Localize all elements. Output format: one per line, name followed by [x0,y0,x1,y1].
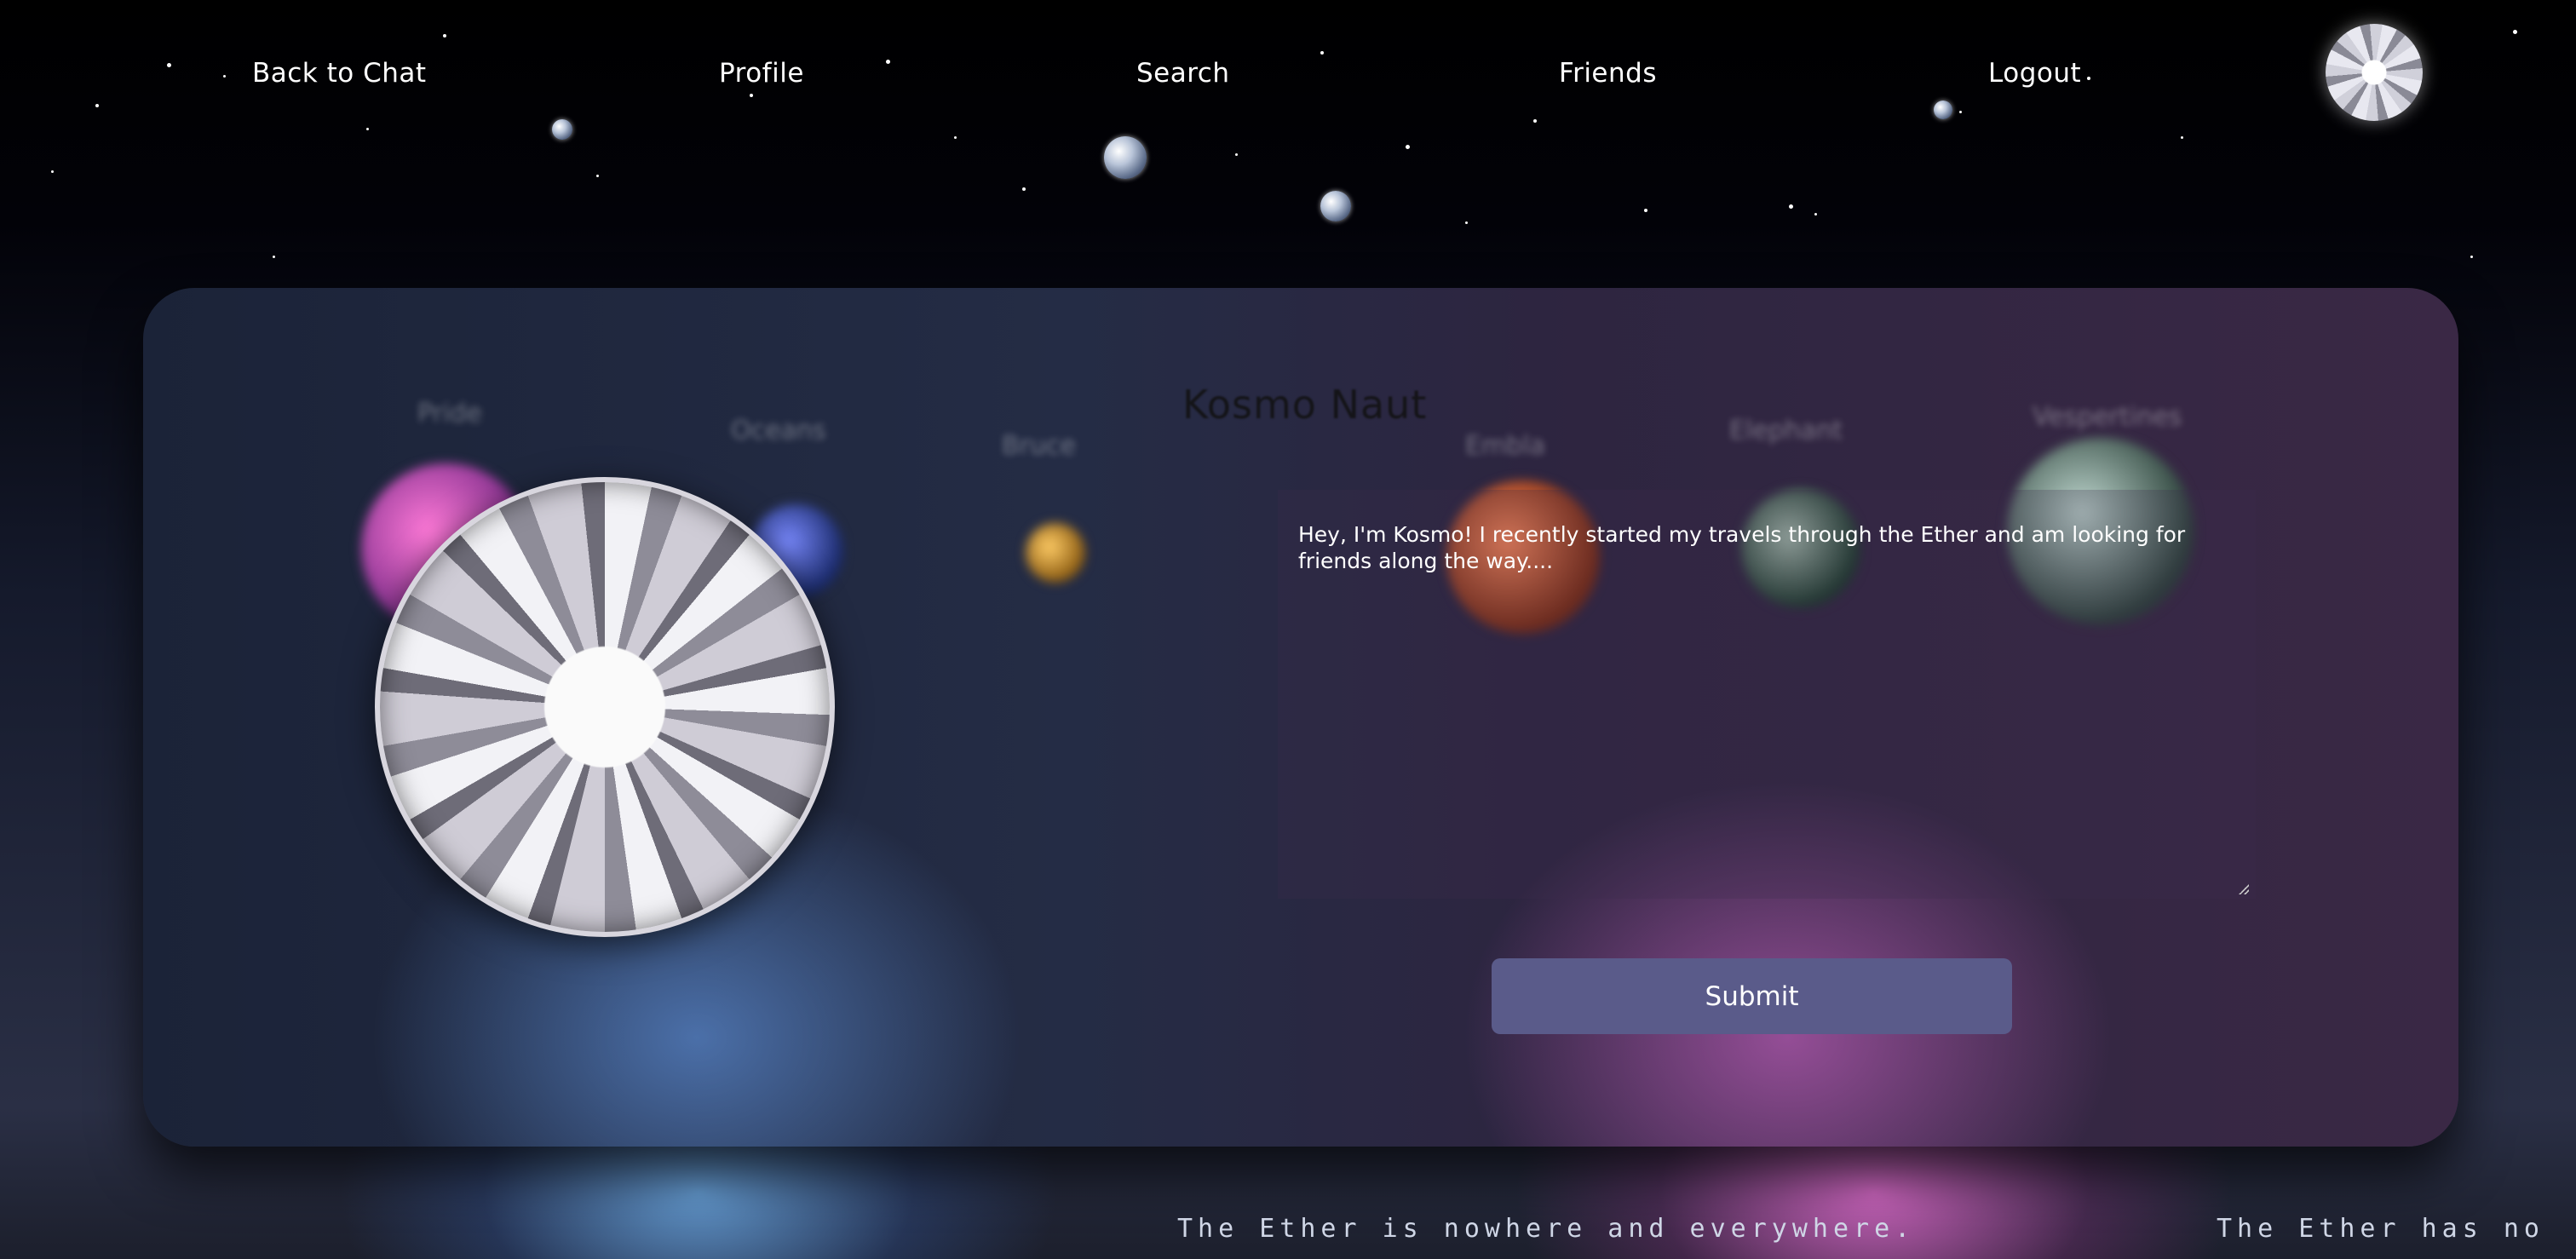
profile-orb-icon[interactable] [2326,24,2423,121]
nav-search[interactable]: Search [1136,58,1230,89]
bg-label: Elephant [1729,416,1843,446]
profile-avatar [375,477,835,937]
resize-handle-icon[interactable] [2239,884,2249,894]
bg-label: Bruce [1002,431,1076,461]
bg-label: Embla [1465,431,1545,461]
bg-label: Pride [417,399,482,428]
bg-label: Oceans [731,416,826,446]
nav-friends[interactable]: Friends [1559,58,1657,89]
bio-text: Hey, I'm Kosmo! I recently started my tr… [1298,522,2186,573]
nav-profile[interactable]: Profile [719,58,804,89]
bg-orb [1026,523,1085,583]
profile-name: Kosmo Naut [1182,382,1428,428]
top-nav: Back to Chat Profile Search Friends Logo… [0,0,2576,149]
bg-label: Vespertines [2033,402,2182,432]
ticker-message: The Ether is nowhere and everywhere. [1177,1214,1916,1244]
ticker-message: The Ether has no [2217,1214,2544,1244]
nav-logout[interactable]: Logout [1988,58,2081,89]
nav-back-to-chat[interactable]: Back to Chat [252,58,427,89]
submit-button[interactable]: Submit [1492,958,2012,1034]
